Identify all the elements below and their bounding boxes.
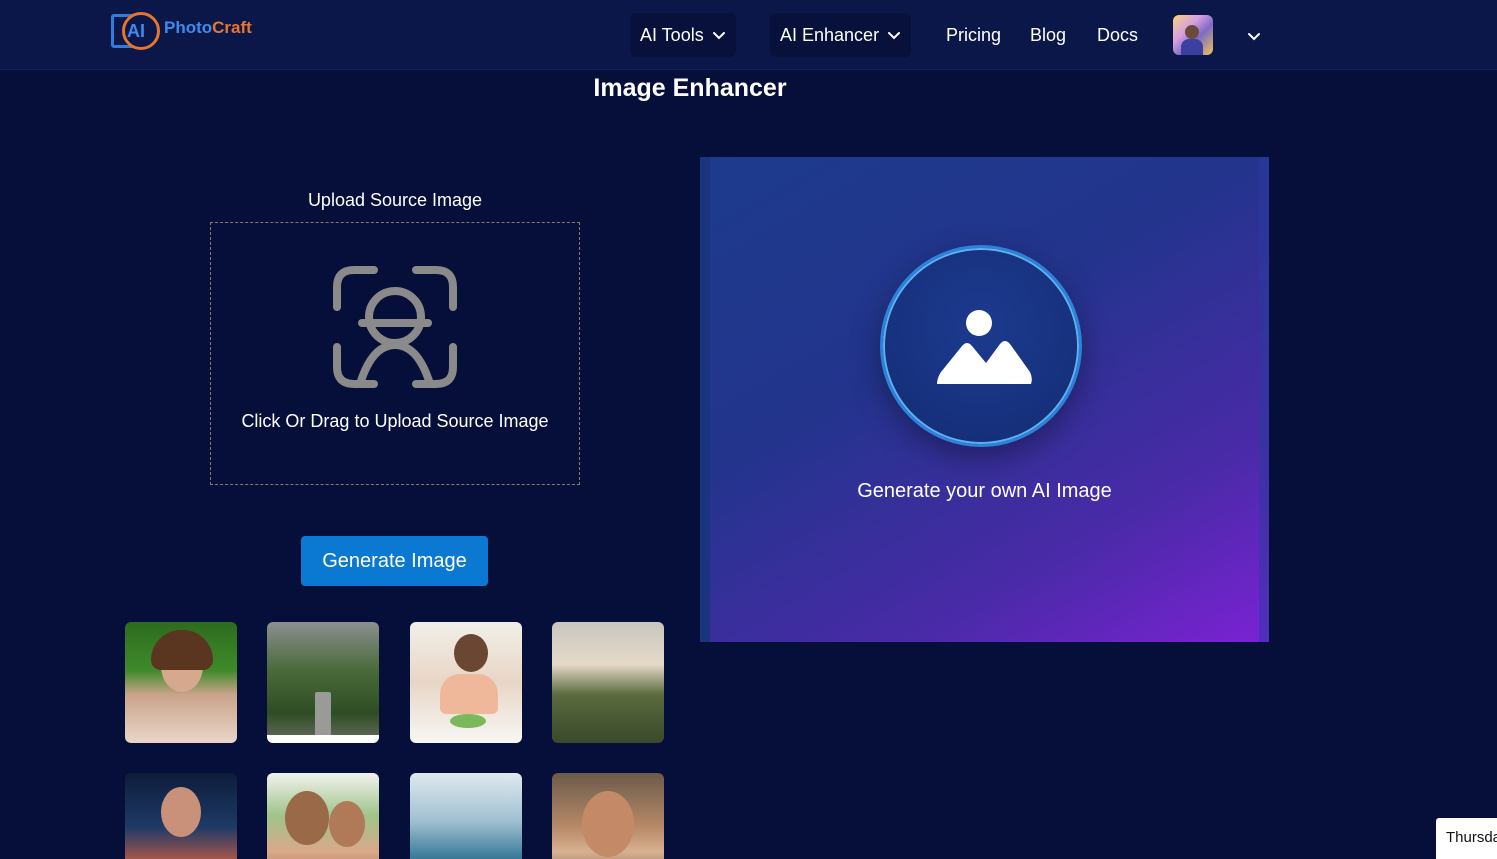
nav-ai-enhancer-dropdown[interactable]: AI Enhancer	[770, 13, 912, 57]
logo-mark: AI	[110, 8, 160, 54]
nav-docs-link[interactable]: Docs	[1097, 25, 1138, 46]
image-icon	[937, 310, 1032, 384]
logo-mark-text: AI	[127, 21, 145, 41]
generate-image-button[interactable]: Generate Image	[301, 536, 488, 586]
sample-landscape-field[interactable]	[552, 622, 664, 743]
preview-caption: Generate your own AI Image	[857, 480, 1112, 502]
sample-coastline[interactable]	[410, 773, 522, 859]
face-scan-icon	[333, 266, 457, 388]
nav-pricing-link[interactable]: Pricing	[946, 25, 1001, 46]
sample-older-man-portrait[interactable]	[552, 773, 664, 859]
nav-blog-link[interactable]: Blog	[1030, 25, 1066, 46]
upload-dropzone[interactable]: Click Or Drag to Upload Source Image	[210, 222, 580, 485]
logo[interactable]: AI PhotoCraft	[110, 8, 252, 54]
sample-man-portrait[interactable]	[125, 773, 237, 859]
dropzone-text: Click Or Drag to Upload Source Image	[241, 411, 549, 431]
date-toast: Thursda	[1436, 818, 1497, 859]
nav-ai-tools-dropdown[interactable]: AI Tools	[630, 13, 736, 57]
sample-forest-road[interactable]	[267, 622, 379, 743]
sample-woman-eating[interactable]	[410, 622, 522, 743]
chevron-down-icon	[888, 32, 901, 40]
sample-mother-daughter[interactable]	[267, 773, 379, 859]
preview-circle	[880, 245, 1082, 447]
page-title: Image Enhancer	[593, 74, 787, 102]
nav-ai-tools-label: AI Tools	[640, 24, 704, 45]
account-menu-chevron-icon[interactable]	[1247, 29, 1261, 43]
preview-panel: Generate your own AI Image	[700, 157, 1269, 642]
upload-label: Upload Source Image	[307, 190, 483, 210]
sample-woman-portrait[interactable]	[125, 622, 237, 743]
nav-ai-enhancer-label: AI Enhancer	[780, 24, 880, 45]
logo-text: PhotoCraft	[164, 18, 252, 37]
top-navbar: AI PhotoCraft AI Tools AI Enhancer Prici…	[0, 0, 1497, 70]
user-avatar[interactable]	[1173, 15, 1213, 55]
chevron-down-icon	[712, 32, 725, 40]
